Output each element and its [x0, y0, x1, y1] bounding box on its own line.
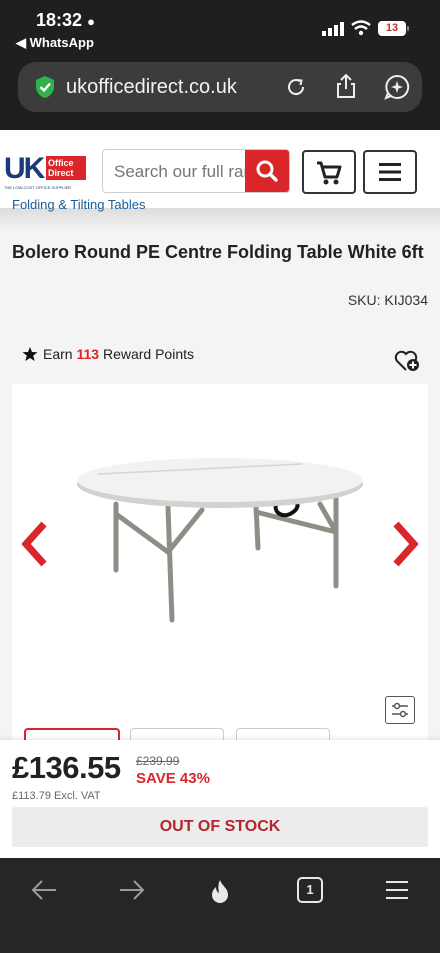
logo-tagline: THE LOW-COST OFFICE SUPPLIER [4, 185, 72, 190]
assistant-chat-icon[interactable] [384, 74, 410, 100]
search-input[interactable] [103, 150, 262, 192]
back-arrow-icon[interactable] [30, 878, 58, 902]
site-header: UK Office Direct THE LOW-COST OFFICE SUPP… [0, 124, 440, 208]
site-logo[interactable]: UK Office Direct THE LOW-COST OFFICE SUPP… [4, 154, 88, 190]
price-ex-vat: £113.79 Excl. VAT [12, 790, 101, 802]
compare-settings-icon[interactable] [385, 696, 415, 724]
tabs-count-button[interactable]: 1 [297, 877, 323, 903]
logo-office-direct: Office Direct [46, 156, 86, 180]
hamburger-menu-icon [379, 163, 401, 181]
reward-points-bar: Earn 113 Reward Points [12, 332, 428, 384]
reward-points-text: Earn 113 Reward Points [43, 346, 194, 362]
search-icon [256, 160, 278, 182]
current-price: £136.55 [12, 750, 121, 785]
was-price: £239.99 [136, 754, 180, 768]
url-text[interactable]: ukofficedirect.co.uk [66, 76, 237, 99]
person-icon: ● [87, 14, 95, 29]
product-sku: SKU: KIJ034 [347, 292, 428, 308]
cart-icon [317, 161, 342, 185]
wifi-icon [351, 20, 371, 36]
menu-button[interactable] [363, 150, 417, 194]
share-icon[interactable] [334, 72, 358, 100]
reward-points-value: 113 [76, 346, 100, 362]
wishlist-heart-icon[interactable] [394, 348, 422, 374]
signal-icon [322, 22, 344, 36]
forward-arrow-icon[interactable] [118, 878, 146, 902]
cart-button[interactable] [302, 150, 356, 194]
browser-toolbar: 1 [0, 858, 440, 953]
breadcrumb[interactable]: Folding & Tilting Tables [12, 197, 145, 213]
browser-chrome: 18:32 ● ◀ WhatsApp 13 ukofficedirect.co.… [0, 0, 440, 124]
product-title: Bolero Round PE Centre Folding Table Whi… [12, 242, 424, 262]
next-image-arrow-icon[interactable] [390, 520, 420, 568]
battery-indicator: 13 [378, 21, 409, 36]
saving-badge: SAVE 43% [136, 770, 210, 787]
out-of-stock-button[interactable]: OUT OF STOCK [12, 807, 428, 847]
previous-image-arrow-icon[interactable] [20, 520, 50, 568]
menu-lines-icon[interactable] [384, 878, 410, 902]
search-box [102, 149, 290, 193]
address-bar[interactable]: ukofficedirect.co.uk [18, 62, 422, 112]
back-to-app-link[interactable]: ◀ WhatsApp [16, 35, 94, 51]
status-time: 18:32 ● [36, 10, 95, 30]
flame-icon[interactable] [208, 878, 232, 904]
reload-icon[interactable] [284, 75, 308, 99]
search-button[interactable] [245, 150, 289, 192]
product-image[interactable] [72, 452, 368, 628]
shield-check-icon [36, 76, 54, 98]
sliders-icon [392, 702, 408, 718]
star-icon [22, 347, 38, 361]
